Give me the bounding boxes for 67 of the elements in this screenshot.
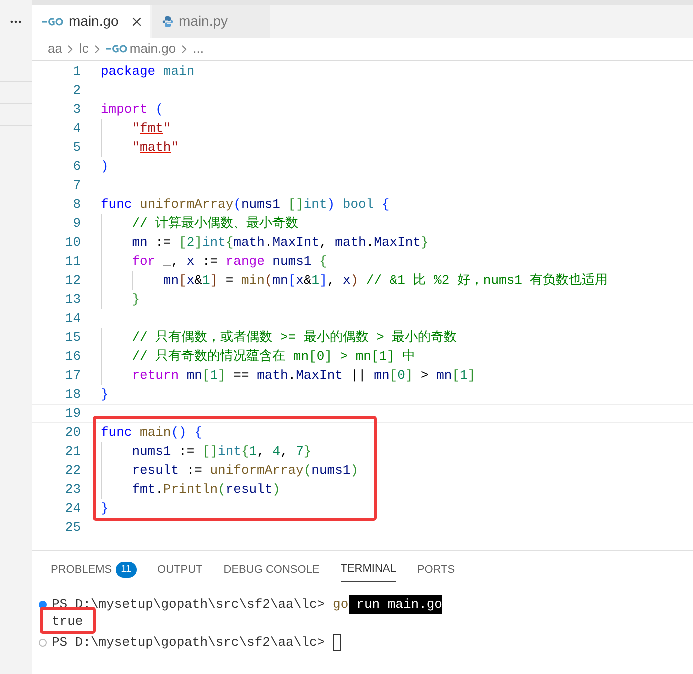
terminal-command: go: [333, 596, 349, 614]
panel-tab[interactable]: TERMINAL: [340, 558, 396, 582]
code-line: // 只有奇数的情况蕴含在 mn[0] > mn[1] 中: [131, 348, 416, 366]
tab-label: main.go: [69, 12, 119, 31]
line-number: 18: [64, 386, 81, 404]
terminal-prompt: PS D:\mysetup\gopath\src\sf2\aa\lc>: [52, 634, 326, 652]
terminal-cursor: [333, 634, 342, 651]
panel-tab[interactable]: PORTS: [417, 558, 456, 582]
line-number: 2: [72, 82, 81, 100]
code-line: // 只有偶数，或者偶数 >= 最小的偶数 > 最小的奇数: [131, 328, 458, 347]
line-number: 25: [64, 518, 81, 537]
editor-tab[interactable]: main.py: [152, 5, 270, 38]
code-line: for _, x := range nums1 {: [131, 252, 328, 271]
file-type-icon: [162, 16, 174, 28]
code-line: }: [101, 386, 109, 404]
code-line: // 计算最小偶数、最小奇数: [131, 214, 299, 233]
line-number: 17: [64, 366, 81, 385]
line-number: 4: [72, 120, 81, 138]
line-number: 14: [64, 310, 81, 328]
code-line: }: [101, 500, 109, 518]
code-line: "math": [131, 138, 180, 157]
code-line: package main: [101, 62, 195, 81]
line-number: 23: [64, 480, 81, 499]
line-number: 11: [64, 252, 81, 271]
code-line: mn[x&1] = min(mn[x&1], x) // &1 比 %2 好，nums1 有负数也适用: [162, 272, 608, 290]
breadcrumb-item[interactable]: main.go: [106, 39, 176, 59]
count-badge: 11: [116, 562, 137, 578]
terminal-arguments: run main.go: [348, 594, 442, 614]
line-number: 1: [72, 62, 81, 81]
line-number: 12: [64, 272, 81, 290]
line-number: 22: [64, 462, 81, 480]
code-line: "fmt": [131, 120, 172, 138]
line-number: 24: [64, 500, 81, 518]
code-line: fmt.Println(result): [131, 480, 280, 499]
line-number: 6: [72, 158, 81, 176]
breadcrumb-item[interactable]: lc: [79, 39, 89, 59]
line-number: 20: [64, 424, 81, 442]
code-line: return mn[1] == math.MaxInt || mn[0] > mn[1]: [131, 366, 476, 385]
line-number: 7: [72, 176, 81, 195]
code-line: func uniformArray(nums1 []int) bool {: [101, 196, 390, 214]
code-line: }: [131, 290, 140, 309]
line-number: 8: [72, 196, 81, 214]
line-number: 15: [64, 328, 81, 347]
panel-tab[interactable]: PROBLEMS 11: [51, 558, 137, 582]
code-line: ): [101, 158, 109, 176]
file-type-icon: [106, 44, 128, 54]
panel-tab[interactable]: OUTPUT: [158, 558, 203, 582]
line-number: 19: [64, 404, 81, 423]
file-type-icon: [42, 16, 64, 26]
line-number: 13: [64, 290, 81, 309]
line-number: 5: [72, 138, 81, 157]
tab-label: main.py: [179, 12, 228, 31]
breadcrumb-item[interactable]: aa: [48, 39, 62, 59]
line-number: 3: [72, 100, 81, 119]
code-line: import (: [101, 100, 164, 119]
breadcrumb-item[interactable]: ...: [193, 39, 204, 59]
line-number: 10: [64, 234, 81, 252]
code-line: nums1 := []int{1, 4, 7}: [131, 442, 312, 461]
code-line: result := uniformArray(nums1): [131, 462, 358, 480]
panel-tab[interactable]: DEBUG CONSOLE: [224, 558, 320, 582]
editor-tab[interactable]: main.go: [32, 5, 150, 38]
line-number: 21: [64, 442, 81, 461]
line-number: 16: [64, 348, 81, 366]
code-line: func main() {: [101, 424, 202, 442]
line-number: 9: [72, 214, 81, 233]
terminal-output: true: [52, 612, 84, 631]
code-line: mn := [2]int{math.MaxInt, math.MaxInt}: [131, 234, 429, 252]
